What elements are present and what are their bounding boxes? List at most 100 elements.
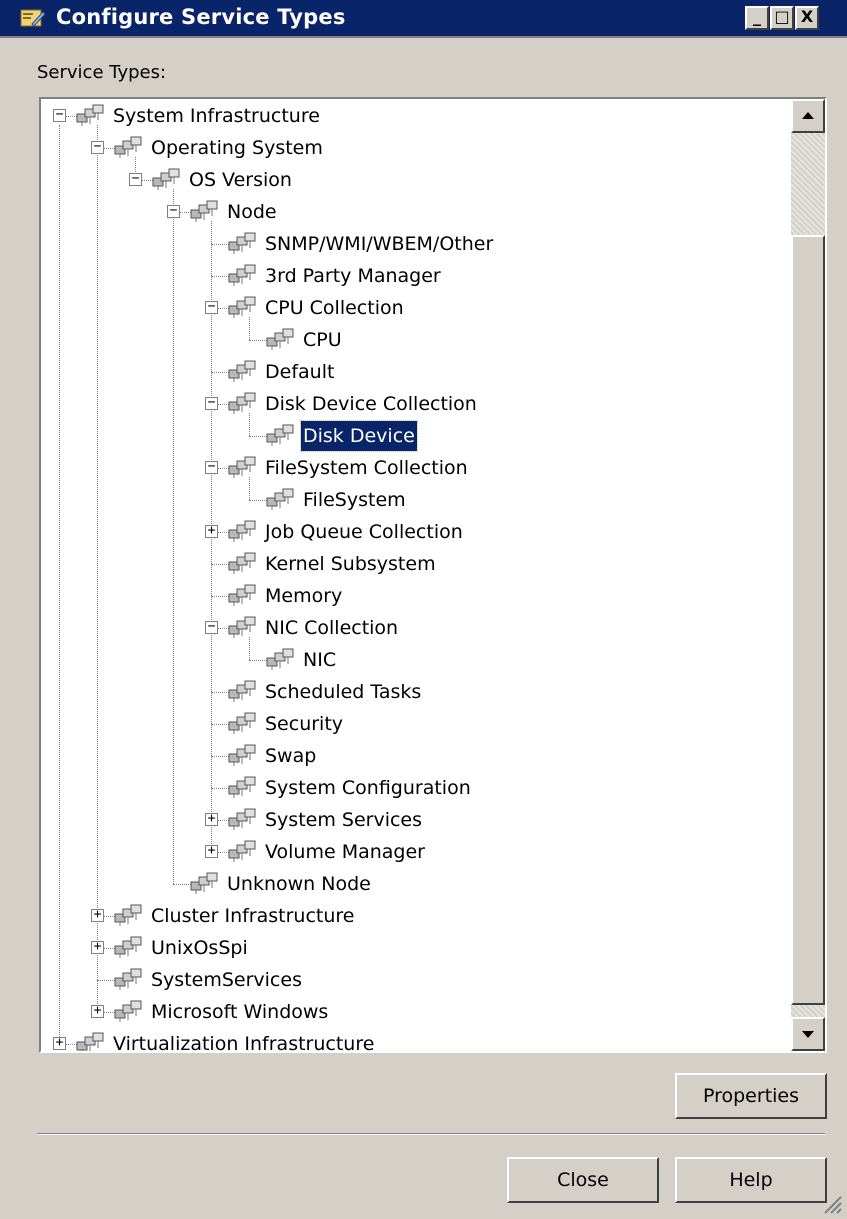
title-bar[interactable]: Configure Service Types _ □ X [0,0,847,38]
service-types-label: Service Types: [37,62,166,83]
tree-node[interactable]: Disk Device [41,420,781,452]
tree-node-label[interactable]: FileSystem [301,485,408,515]
tree-node[interactable]: + System Services [41,805,781,835]
help-button-label: Help [729,1169,773,1191]
tree-node-label[interactable]: Operating System [149,133,325,163]
tree-node-label[interactable]: Kernel Subsystem [263,549,438,579]
service-types-label-text: Service Types: [37,62,167,83]
tree-node[interactable]: Memory [41,581,781,611]
tree-node-label[interactable]: CPU [301,325,344,355]
service-type-icon [227,520,261,544]
tree-node-label[interactable]: Memory [263,581,344,611]
tree-node[interactable]: Default [41,357,781,387]
service-type-icon [227,360,261,384]
tree-node[interactable]: Kernel Subsystem [41,549,781,579]
tree-node[interactable]: Scheduled Tasks [41,677,781,707]
tree-node[interactable]: + Microsoft Windows [41,997,781,1027]
tree-node-label[interactable]: FileSystem Collection [263,453,470,483]
tree-node[interactable]: + Job Queue Collection [41,517,781,547]
tree-node-label[interactable]: Unknown Node [225,869,373,899]
tree-node[interactable]: − CPU Collection [41,293,781,323]
tree-node[interactable]: SNMP/WMI/WBEM/Other [41,229,781,259]
properties-button[interactable]: Properties [675,1073,827,1119]
tree-node[interactable]: NIC [41,645,781,675]
expand-icon[interactable]: + [91,940,104,954]
tree-node-label[interactable]: Scheduled Tasks [263,677,423,707]
service-type-icon [227,776,261,800]
tree-node-label[interactable]: Virtualization Infrastructure [111,1029,376,1051]
tree-node[interactable]: 3rd Party Manager [41,261,781,291]
tree-node[interactable]: SystemServices [41,965,781,995]
tree-node-label[interactable]: Job Queue Collection [263,517,465,547]
collapse-icon[interactable]: − [129,172,142,186]
tree-node-label[interactable]: System Configuration [263,773,473,803]
tree-node-label[interactable]: Cluster Infrastructure [149,901,357,931]
tree-node[interactable]: − Operating System [41,133,781,163]
tree-node[interactable]: Security [41,709,781,739]
vertical-scrollbar[interactable] [791,99,825,1051]
tree-node[interactable]: − NIC Collection [41,613,781,643]
scroll-down-button[interactable] [791,1017,825,1051]
tree-node[interactable]: + Virtualization Infrastructure [41,1029,781,1051]
help-button[interactable]: Help [675,1157,827,1203]
tree-node[interactable]: − System Infrastructure [41,101,781,131]
service-type-icon [265,328,299,352]
tree-node[interactable]: System Configuration [41,773,781,803]
tree-node-label[interactable]: 3rd Party Manager [263,261,443,291]
tree-node[interactable]: FileSystem [41,485,781,515]
tree-node-label[interactable]: SystemServices [149,965,304,995]
minimize-button[interactable]: _ [745,6,769,30]
tree-node-label[interactable]: NIC Collection [263,613,400,643]
tree-node-label[interactable]: Node [225,197,279,227]
tree-node-label[interactable]: SNMP/WMI/WBEM/Other [263,229,495,259]
tree-node-label[interactable]: Disk Device Collection [263,389,479,419]
tree-node[interactable]: − Disk Device Collection [41,389,781,419]
tree-node-label[interactable]: System Services [263,805,424,835]
service-type-icon [113,1000,147,1024]
service-type-icon [151,168,185,192]
tree-node[interactable]: − Node [41,197,781,227]
tree-node-label[interactable]: Default [263,357,336,387]
service-type-icon [75,1032,109,1051]
close-window-button[interactable]: X [795,6,819,30]
close-button[interactable]: Close [507,1157,659,1203]
scroll-thumb[interactable] [791,235,825,1005]
tree-node-label[interactable]: Swap [263,741,318,771]
collapse-icon[interactable]: − [205,396,218,410]
tree-node[interactable]: Unknown Node [41,869,781,899]
expand-icon[interactable]: + [91,1004,104,1018]
tree-node[interactable]: − FileSystem Collection [41,453,781,483]
tree-node[interactable]: + UnixOsSpi [41,933,781,963]
tree-node-label[interactable]: Microsoft Windows [149,997,330,1027]
collapse-icon[interactable]: − [53,108,66,122]
tree-node-label[interactable]: System Infrastructure [111,101,322,131]
tree-node[interactable]: Swap [41,741,781,771]
resize-grip-icon[interactable] [819,1191,843,1215]
tree-node-label[interactable]: Security [263,709,345,739]
collapse-icon[interactable]: − [205,620,218,634]
tree-node[interactable]: + Cluster Infrastructure [41,901,781,931]
collapse-icon[interactable]: − [91,140,104,154]
service-type-icon [227,296,261,320]
tree-node-label[interactable]: OS Version [187,165,294,195]
scroll-up-button[interactable] [791,99,825,133]
tree-node[interactable]: − OS Version [41,165,781,195]
tree-node-label[interactable]: Disk Device [300,420,418,452]
tree-node[interactable]: CPU [41,325,781,355]
tree-node-label[interactable]: Volume Manager [263,837,427,867]
expand-icon[interactable]: + [91,908,104,922]
collapse-icon[interactable]: − [205,300,218,314]
maximize-button[interactable]: □ [770,6,794,30]
expand-icon[interactable]: + [205,844,218,858]
tree-node-label[interactable]: UnixOsSpi [149,933,250,963]
service-types-tree[interactable]: − System Infrastructure − Operating System −… [39,97,827,1053]
tree-node-label[interactable]: NIC [301,645,338,675]
collapse-icon[interactable]: − [167,204,180,218]
expand-icon[interactable]: + [205,812,218,826]
tree-node-label[interactable]: CPU Collection [263,293,406,323]
collapse-icon[interactable]: − [205,460,218,474]
tree-node[interactable]: + Volume Manager [41,837,781,867]
tree-content: − System Infrastructure − Operating System −… [41,99,791,1051]
expand-icon[interactable]: + [53,1036,66,1050]
expand-icon[interactable]: + [205,524,218,538]
